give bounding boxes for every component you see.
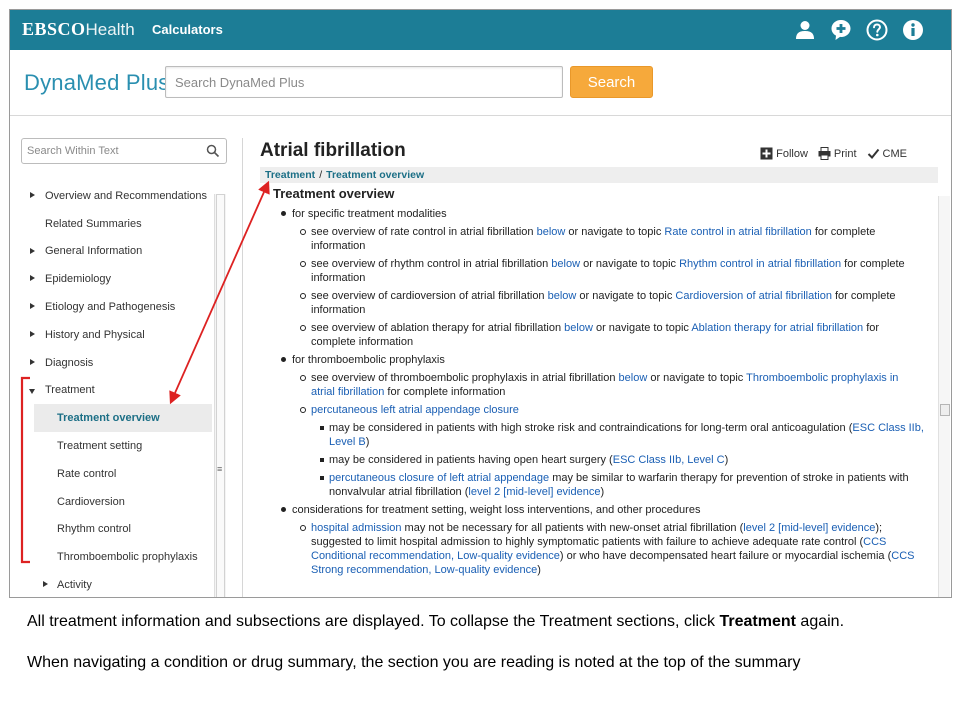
breadcrumb: Treatment / Treatment overview [260, 167, 938, 183]
search-input[interactable] [165, 66, 563, 98]
toc-item-related-summaries[interactable]: Related Summaries [10, 210, 214, 238]
print-button[interactable]: Print [818, 147, 857, 160]
topic-content-pane: Atrial fibrillation Follow Print CME Tre… [256, 116, 951, 597]
hospital-admission-link[interactable]: hospital admission [311, 522, 402, 534]
cme-icon [867, 148, 879, 159]
list-item: may be considered in patients having ope… [311, 453, 924, 467]
section-title: Treatment overview [273, 186, 395, 201]
evidence-link[interactable]: level 2 [mid-level] evidence [743, 522, 875, 534]
scroll-grip-icon: ≡ [217, 464, 223, 474]
ebsco-health-logo[interactable]: EBSCOHealth [22, 19, 135, 40]
toc-item-cardioversion[interactable]: Cardioversion [10, 488, 214, 516]
page-title: Atrial fibrillation [260, 140, 406, 161]
list-item: may be considered in patients with high … [311, 421, 924, 449]
topic-link-cardioversion[interactable]: Cardioversion of atrial fibrillation [675, 290, 832, 302]
user-icon[interactable] [793, 18, 817, 42]
list-item: see overview of rate control in atrial f… [292, 225, 924, 253]
expand-arrow-icon [30, 358, 35, 365]
toc-item-thromboembolic-prophylaxis[interactable]: Thromboembolic prophylaxis [10, 543, 214, 571]
expand-arrow-icon [43, 581, 48, 588]
list-item: hospital admission may not be necessary … [292, 521, 924, 577]
list-item: see overview of ablation therapy for atr… [292, 321, 924, 349]
caption-paragraph-1: All treatment information and subsection… [27, 613, 845, 630]
collapse-arrow-icon [29, 388, 35, 394]
toc-item-activity[interactable]: Activity [10, 571, 214, 597]
list-item: see overview of cardioversion of atrial … [292, 289, 924, 317]
toc-item-rate-control[interactable]: Rate control [10, 460, 214, 488]
breadcrumb-treatment-overview-link[interactable]: Treatment overview [326, 169, 424, 181]
search-icon[interactable] [206, 144, 220, 158]
pane-divider [242, 138, 243, 597]
content-scrollbar[interactable] [938, 196, 950, 597]
list-item: see overview of thromboembolic prophylax… [292, 371, 924, 399]
calculators-link[interactable]: Calculators [152, 22, 223, 37]
below-link[interactable]: below [548, 290, 577, 302]
percutaneous-closure-link[interactable]: percutaneous closure of left atrial appe… [329, 472, 549, 484]
toc-item-treatment[interactable]: Treatment [10, 377, 214, 405]
evidence-link[interactable]: ESC Class IIb, Level C [613, 454, 725, 466]
list-item: see overview of rhythm control in atrial… [292, 257, 924, 285]
toc-item-epidemiology[interactable]: Epidemiology [10, 265, 214, 293]
content-scrollbar-thumb[interactable] [940, 404, 950, 416]
toc-item-etiology-and-pathogenesis[interactable]: Etiology and Pathogenesis [10, 293, 214, 321]
below-link[interactable]: below [551, 258, 580, 270]
evidence-link[interactable]: level 2 [mid-level] evidence [468, 486, 600, 498]
search-within-text-input[interactable] [22, 139, 200, 163]
below-link[interactable]: below [564, 322, 593, 334]
topic-text: Treatment overview for specific treatmen… [260, 183, 924, 597]
expand-arrow-icon [30, 330, 35, 337]
toc-item-treatment-overview[interactable]: Treatment overview [34, 404, 212, 433]
topic-link-ablation-therapy[interactable]: Ablation therapy for atrial fibrillation [691, 322, 863, 334]
expand-arrow-icon [30, 275, 35, 282]
info-icon[interactable] [901, 18, 925, 42]
help-icon[interactable] [865, 18, 889, 42]
header: DynaMed Plus Search [10, 50, 951, 116]
toc-item-overview-and-recommendations[interactable]: Overview and Recommendations [10, 182, 214, 210]
toc-list: Overview and Recommendations Related Sum… [10, 182, 214, 597]
below-link[interactable]: below [537, 226, 566, 238]
toc-item-diagnosis[interactable]: Diagnosis [10, 349, 214, 377]
list-item: percutaneous closure of left atrial appe… [311, 471, 924, 499]
toc-item-treatment-setting[interactable]: Treatment setting [10, 432, 214, 460]
expand-arrow-icon [30, 192, 35, 198]
add-comment-icon[interactable] [829, 18, 853, 42]
toc-item-rhythm-control[interactable]: Rhythm control [10, 516, 214, 544]
topic-link-rate-control[interactable]: Rate control in atrial fibrillation [664, 226, 811, 238]
topic-link-rhythm-control[interactable]: Rhythm control in atrial fibrillation [679, 258, 841, 270]
cme-button[interactable]: CME [867, 147, 907, 160]
breadcrumb-treatment-link[interactable]: Treatment [265, 169, 315, 181]
list-item: percutaneous left atrial appendage closu… [292, 403, 924, 499]
slide-caption: All treatment information and subsection… [27, 611, 937, 693]
toc-item-general-information[interactable]: General Information [10, 238, 214, 266]
toc-item-history-and-physical[interactable]: History and Physical [10, 321, 214, 349]
search-within-text-box [21, 138, 227, 164]
follow-button[interactable]: Follow [760, 147, 808, 160]
top-bar: EBSCOHealth Calculators [10, 10, 951, 50]
table-of-contents-sidebar: Overview and Recommendations Related Sum… [10, 116, 230, 597]
app-window: EBSCOHealth Calculators DynaMed Plus Sea… [9, 9, 952, 598]
dynamed-plus-logo[interactable]: DynaMed Plus [24, 70, 169, 96]
sidebar-scrollbar[interactable]: ≡ [214, 194, 226, 597]
printer-icon [818, 147, 831, 160]
sidebar-scrollbar-thumb[interactable] [216, 194, 225, 597]
expand-arrow-icon [30, 247, 35, 254]
percutaneous-laa-closure-link[interactable]: percutaneous left atrial appendage closu… [311, 403, 924, 417]
list-item: for specific treatment modalities see ov… [273, 207, 924, 349]
topic-toolbar: Follow Print CME [760, 147, 907, 160]
search-button[interactable]: Search [570, 66, 653, 98]
below-link[interactable]: below [619, 372, 648, 384]
caption-paragraph-2: When navigating a condition or drug summ… [27, 654, 801, 671]
list-item: for thromboembolic prophylaxis see overv… [273, 353, 924, 499]
plus-box-icon [760, 147, 773, 160]
list-item: considerations for treatment setting, we… [273, 503, 924, 577]
expand-arrow-icon [30, 303, 35, 310]
